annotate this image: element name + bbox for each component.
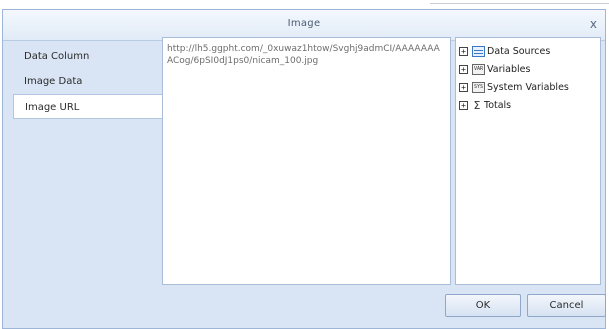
sidebar-item-image-url[interactable]: Image URL [13, 94, 163, 119]
sigma-icon: Σ [473, 98, 481, 112]
sidebar-item-image-data[interactable]: Image Data [13, 69, 162, 94]
sidebar: Data Column Image Data Image URL [13, 44, 163, 119]
tree-item-totals[interactable]: + Σ Totals [459, 96, 600, 114]
tree-item-data-sources[interactable]: + Data Sources [459, 42, 600, 60]
expand-icon[interactable]: + [459, 82, 468, 92]
cancel-button[interactable]: Cancel [527, 294, 606, 317]
tree-item-system-variables[interactable]: + SYS System Variables [459, 78, 600, 96]
tree-item-label: Data Sources [487, 45, 551, 57]
data-sources-icon [472, 45, 485, 57]
tree-item-label: System Variables [487, 81, 569, 93]
expand-icon[interactable]: + [459, 64, 468, 74]
expand-icon[interactable]: + [459, 100, 468, 110]
system-variables-icon: SYS [472, 81, 485, 93]
ok-button[interactable]: OK [445, 294, 521, 317]
image-url-field[interactable]: http://lh5.ggpht.com/_0xuwaz1htow/Svghj9… [162, 37, 451, 285]
sidebar-item-data-column[interactable]: Data Column [13, 44, 162, 69]
variables-icon: VAR [472, 63, 485, 75]
dictionary-tree: + Data Sources + VAR Variables + SYS Sys… [455, 37, 601, 285]
dialog-title: Image [287, 18, 321, 29]
expand-icon[interactable]: + [459, 46, 468, 56]
tree-item-variables[interactable]: + VAR Variables [459, 60, 600, 78]
tree-item-label: Totals [484, 99, 512, 111]
tree-item-label: Variables [487, 63, 531, 75]
top-strip-line [430, 3, 609, 4]
close-button[interactable]: x [590, 17, 597, 31]
top-strip [0, 0, 609, 9]
